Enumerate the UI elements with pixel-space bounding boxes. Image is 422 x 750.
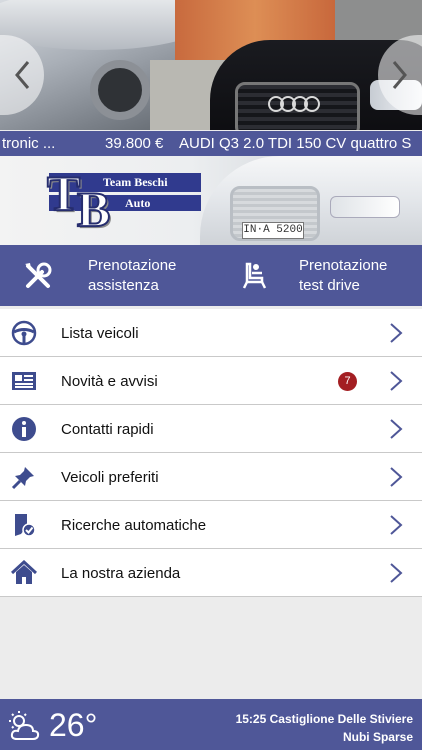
pin-icon (11, 467, 34, 490)
banner-headlight (330, 196, 400, 218)
logo-letter-b: B (76, 180, 111, 238)
logo-letter-t: T (46, 164, 81, 222)
vehicle-ticker[interactable]: tronic ... 39.800 € AUDI Q3 2.0 TDI 150 … (0, 131, 422, 156)
ticker-price[interactable]: 39.800 € (105, 131, 163, 156)
company-logo: Team Beschi Auto T B (25, 164, 203, 238)
vehicle-carousel[interactable] (0, 0, 422, 130)
partly-cloudy-icon (9, 711, 40, 740)
bookmark-check-icon (15, 514, 36, 537)
booking-bar: Prenotazione assistenza Prenotazione tes… (0, 245, 422, 306)
menu-item-ricerche-automatiche[interactable]: Ricerche automatiche (0, 501, 422, 549)
newspaper-icon (12, 372, 36, 390)
car-seat-icon (242, 262, 267, 289)
menu-item-label: Veicoli preferiti (61, 469, 159, 486)
brand-banner: IN·A 5200 Team Beschi Auto T B (0, 156, 422, 245)
app-screen: tronic ... 39.800 € AUDI Q3 2.0 TDI 150 … (0, 0, 422, 750)
tools-icon (25, 262, 52, 288)
notification-badge: 7 (338, 372, 357, 391)
ticker-item-previous[interactable]: tronic ... (2, 131, 55, 156)
book-test-drive-button[interactable]: Prenotazione test drive (211, 245, 422, 306)
menu-item-veicoli-preferiti[interactable]: Veicoli preferiti (0, 453, 422, 501)
chevron-right-icon (390, 323, 403, 343)
chevron-right-icon (392, 61, 407, 89)
book-assistance-line1: Prenotazione (88, 257, 177, 274)
chevron-right-icon (390, 371, 403, 391)
weather-footer[interactable]: 26° 15:25 Castiglione Delle Stiviere Nub… (0, 699, 422, 750)
logo-name-line1: Team Beschi (103, 175, 168, 189)
menu-item-novita-avvisi[interactable]: Novità e avvisi 7 (0, 357, 422, 405)
book-assistance-button[interactable]: Prenotazione assistenza (0, 245, 211, 306)
menu-item-label: Contatti rapidi (61, 421, 154, 438)
home-icon (11, 560, 37, 584)
license-plate: IN·A 5200 (242, 222, 304, 239)
ticker-title[interactable]: AUDI Q3 2.0 TDI 150 CV quattro S (179, 131, 411, 156)
menu-item-nostra-azienda[interactable]: La nostra azienda (0, 549, 422, 597)
menu-item-lista-veicoli[interactable]: Lista veicoli (0, 309, 422, 357)
menu-item-label: Ricerche automatiche (61, 517, 207, 534)
audi-logo-icon (268, 96, 322, 112)
menu-item-contatti-rapidi[interactable]: Contatti rapidi (0, 405, 422, 453)
book-test-drive-line1: Prenotazione (299, 257, 388, 274)
info-icon (12, 417, 36, 441)
logo-name-line2: Auto (125, 196, 151, 210)
chevron-right-icon (390, 563, 403, 583)
chevron-right-icon (390, 467, 403, 487)
menu-item-label: Novità e avvisi (61, 373, 158, 390)
chevron-left-icon (15, 61, 30, 89)
chevron-right-icon (390, 515, 403, 535)
main-menu: Lista veicoli Novità e avvisi 7 Contatti… (0, 309, 422, 597)
menu-item-label: Lista veicoli (61, 325, 139, 342)
chevron-right-icon (390, 419, 403, 439)
time-location: 15:25 Castiglione Delle Stiviere (235, 712, 413, 726)
book-test-drive-line2: test drive (299, 277, 360, 294)
menu-item-label: La nostra azienda (61, 565, 181, 582)
steering-wheel-icon (11, 320, 37, 346)
temperature: 26° (49, 707, 98, 743)
weather-condition: Nubi Sparse (342, 730, 413, 744)
book-assistance-line2: assistenza (88, 277, 159, 294)
